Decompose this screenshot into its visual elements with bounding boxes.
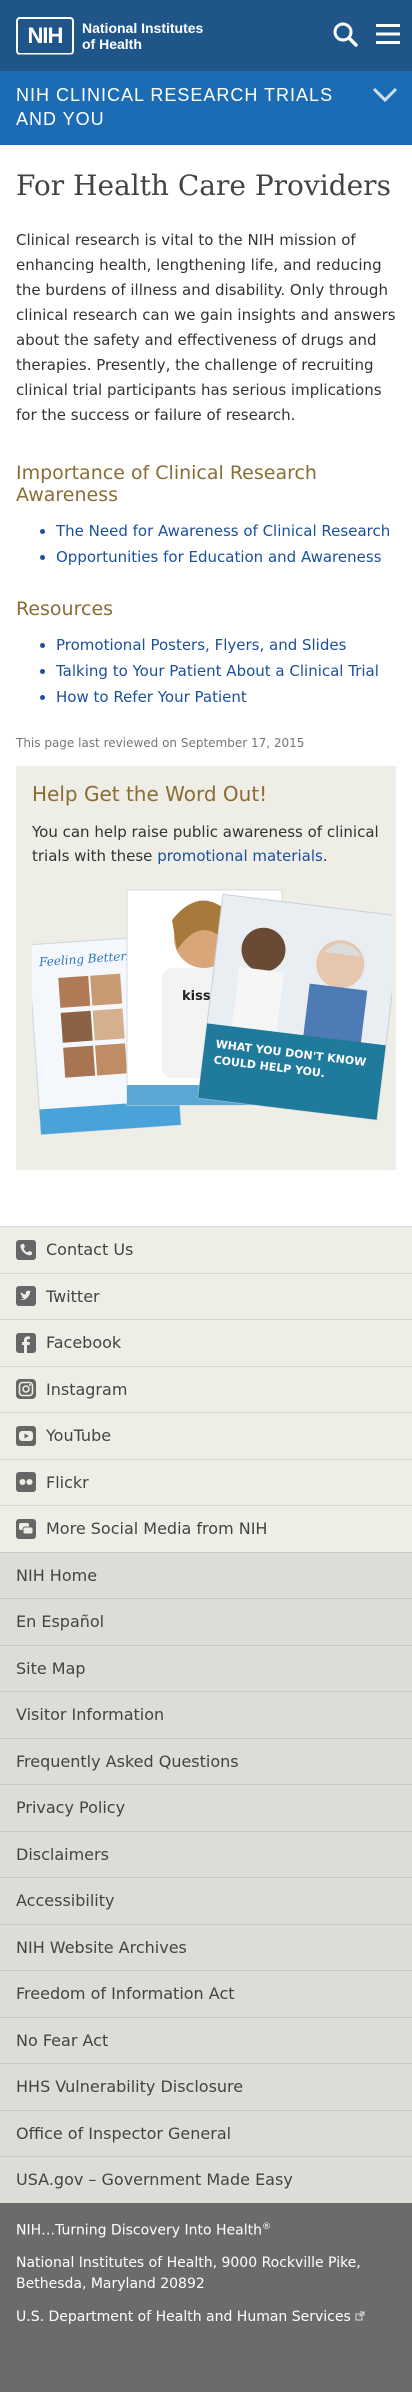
nih-logo[interactable]: NIH National Institutes of Health [16, 16, 204, 55]
promo-text: You can help raise public awareness of c… [32, 823, 379, 865]
list-item: Promotional Posters, Flyers, and Slides [56, 632, 396, 658]
footer-hhs-link[interactable]: U.S. Department of Health and Human Serv… [16, 2307, 396, 2328]
footer-link-website-archives[interactable]: NIH Website Archives [0, 1923, 412, 1970]
menu-icon[interactable] [376, 23, 400, 49]
chevron-down-icon[interactable] [372, 85, 398, 109]
list-item: Opportunities for Education and Awarenes… [56, 544, 396, 570]
nih-logo-mark: NIH [16, 16, 74, 55]
footer-link-nih-home[interactable]: NIH Home [0, 1551, 412, 1598]
social-facebook[interactable]: Facebook [0, 1319, 412, 1366]
social-instagram[interactable]: Instagram [0, 1365, 412, 1412]
last-reviewed: This page last reviewed on September 17,… [16, 736, 305, 750]
nih-logo-text: National Institutes of Health [82, 19, 204, 52]
link-need-for-awareness[interactable]: The Need for Awareness of Clinical Resea… [56, 522, 390, 540]
top-bar: NIH National Institutes of Health [0, 0, 412, 71]
trademark-symbol: ® [262, 2221, 272, 2232]
footer-link-en-espanol[interactable]: En Español [0, 1598, 412, 1645]
twitter-icon [16, 1286, 36, 1307]
social-flickr[interactable]: Flickr [0, 1458, 412, 1505]
footer-link-privacy-policy[interactable]: Privacy Policy [0, 1784, 412, 1831]
top-icons [332, 21, 400, 51]
footer-nav: NIH Home En Español Site Map Visitor Inf… [0, 1551, 412, 2203]
poster-what-you-dont-know: WHAT YOU DON'T KNOW COULD HELP YOU. [197, 893, 403, 1121]
phone-icon [16, 1239, 36, 1260]
footer-link-usa-gov[interactable]: USA.gov – Government Made Easy [0, 2156, 412, 2203]
facebook-icon [16, 1332, 36, 1353]
social-links: Contact Us Twitter Facebook Instagram Yo… [0, 1226, 412, 1552]
footer-link-no-fear-act[interactable]: No Fear Act [0, 2016, 412, 2063]
banner-title: NIH Clinical Research Trials and You [16, 85, 334, 129]
intro-paragraph: Clinical research is vital to the NIH mi… [16, 231, 396, 424]
link-promotional-posters[interactable]: Promotional Posters, Flyers, and Slides [56, 636, 346, 654]
section-heading-resources: Resources [16, 598, 114, 620]
instagram-icon [16, 1379, 36, 1400]
social-youtube[interactable]: YouTube [0, 1412, 412, 1459]
section-heading-awareness: Importance of Clinical Research Awarenes… [16, 462, 317, 506]
youtube-icon [16, 1425, 36, 1446]
chat-icon [16, 1518, 36, 1539]
promotional-materials-link[interactable]: promotional materials [157, 847, 323, 865]
external-link-icon [355, 2311, 365, 2321]
resources-links: Promotional Posters, Flyers, and Slides … [56, 632, 396, 710]
promo-title: Help Get the Word Out! [32, 782, 268, 806]
promotional-posters-image[interactable]: Feeling Better... kiss m asth [27, 880, 403, 1150]
footer-address: National Institutes of Health, 9000 Rock… [16, 2255, 361, 2293]
footer-tagline: NIH…Turning Discovery Into Health® [16, 2221, 272, 2239]
search-icon[interactable] [332, 21, 358, 51]
awareness-links: The Need for Awareness of Clinical Resea… [56, 518, 396, 570]
list-item: Talking to Your Patient About a Clinical… [56, 658, 396, 684]
section-banner[interactable]: NIH Clinical Research Trials and You [0, 71, 412, 145]
footer-link-inspector-general[interactable]: Office of Inspector General [0, 2109, 412, 2156]
site-footer: NIH…Turning Discovery Into Health® Natio… [0, 2202, 412, 2392]
social-twitter[interactable]: Twitter [0, 1272, 412, 1319]
footer-link-site-map[interactable]: Site Map [0, 1644, 412, 1691]
main-content: For Health Care Providers Clinical resea… [0, 145, 412, 1170]
social-contact-us[interactable]: Contact Us [0, 1226, 412, 1273]
link-opportunities-education[interactable]: Opportunities for Education and Awarenes… [56, 548, 382, 566]
footer-link-accessibility[interactable]: Accessibility [0, 1877, 412, 1924]
page-title: For Health Care Providers [16, 169, 391, 202]
footer-link-disclaimers[interactable]: Disclaimers [0, 1830, 412, 1877]
footer-link-faq[interactable]: Frequently Asked Questions [0, 1737, 412, 1784]
social-more[interactable]: More Social Media from NIH [0, 1505, 412, 1552]
list-item: How to Refer Your Patient [56, 684, 396, 710]
footer-link-foia[interactable]: Freedom of Information Act [0, 1970, 412, 2017]
footer-link-visitor-information[interactable]: Visitor Information [0, 1691, 412, 1738]
flickr-icon [16, 1472, 36, 1493]
link-how-to-refer[interactable]: How to Refer Your Patient [56, 688, 247, 706]
link-talking-to-patient[interactable]: Talking to Your Patient About a Clinical… [56, 662, 379, 680]
list-item: The Need for Awareness of Clinical Resea… [56, 518, 396, 544]
footer-link-hhs-vulnerability[interactable]: HHS Vulnerability Disclosure [0, 2063, 412, 2110]
promo-box: Help Get the Word Out! You can help rais… [16, 766, 403, 1170]
